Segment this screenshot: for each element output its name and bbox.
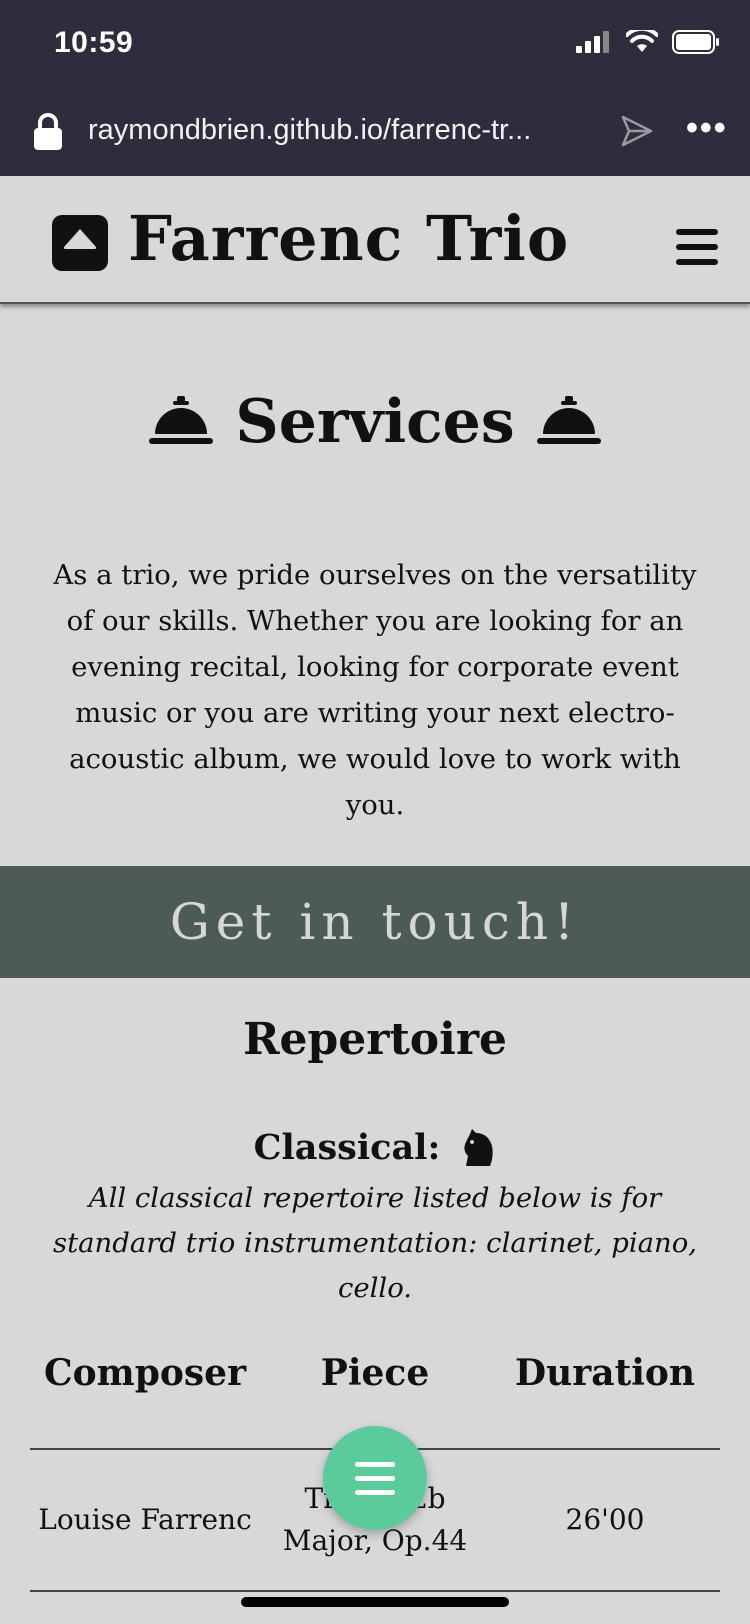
battery-icon — [672, 30, 719, 54]
column-header-composer: Composer — [43, 1352, 247, 1394]
status-icons — [576, 30, 720, 54]
column-header-piece: Piece — [320, 1352, 430, 1394]
get-in-touch-button[interactable]: Get in touch! — [0, 866, 750, 978]
eject-logo-icon[interactable] — [52, 215, 108, 271]
navbar: Farrenc Trio — [0, 176, 750, 304]
cell-duration: 26'00 — [565, 1503, 645, 1536]
signal-icon — [576, 31, 609, 53]
classical-note: All classical repertoire listed below is… — [52, 1182, 698, 1304]
column-header-duration: Duration — [514, 1352, 696, 1394]
concierge-bell-icon — [149, 396, 214, 444]
concierge-bell-icon — [536, 396, 601, 444]
floating-menu-button[interactable] — [323, 1426, 427, 1530]
cell-composer: Louise Farrenc — [38, 1503, 252, 1536]
status-bar: 10:59 — [0, 0, 750, 90]
chess-knight-icon — [464, 1129, 494, 1166]
brand-title[interactable]: Farrenc Trio — [128, 204, 569, 274]
url-text[interactable]: raymondbrien.github.io/farrenc-tr... — [88, 114, 531, 147]
services-title: Services — [235, 387, 515, 457]
table-divider — [30, 1590, 720, 1592]
repertoire-table-header: Composer Piece Duration — [30, 1352, 720, 1412]
classical-heading: Classical: — [0, 1118, 750, 1178]
share-icon[interactable] — [620, 114, 654, 148]
browser-url-bar: raymondbrien.github.io/farrenc-tr... ••• — [0, 90, 750, 176]
menu-hamburger-icon[interactable] — [676, 229, 718, 274]
wifi-icon — [626, 30, 658, 52]
lock-icon — [34, 113, 62, 150]
services-heading: Services — [0, 385, 750, 459]
repertoire-title: Repertoire — [242, 1014, 508, 1065]
status-time: 10:59 — [54, 26, 134, 59]
more-options-icon[interactable]: ••• — [686, 111, 728, 145]
classical-heading-text: Classical: — [253, 1127, 441, 1168]
home-indicator — [241, 1597, 509, 1607]
services-intro: As a trio, we pride ourselves on the ver… — [53, 559, 697, 821]
